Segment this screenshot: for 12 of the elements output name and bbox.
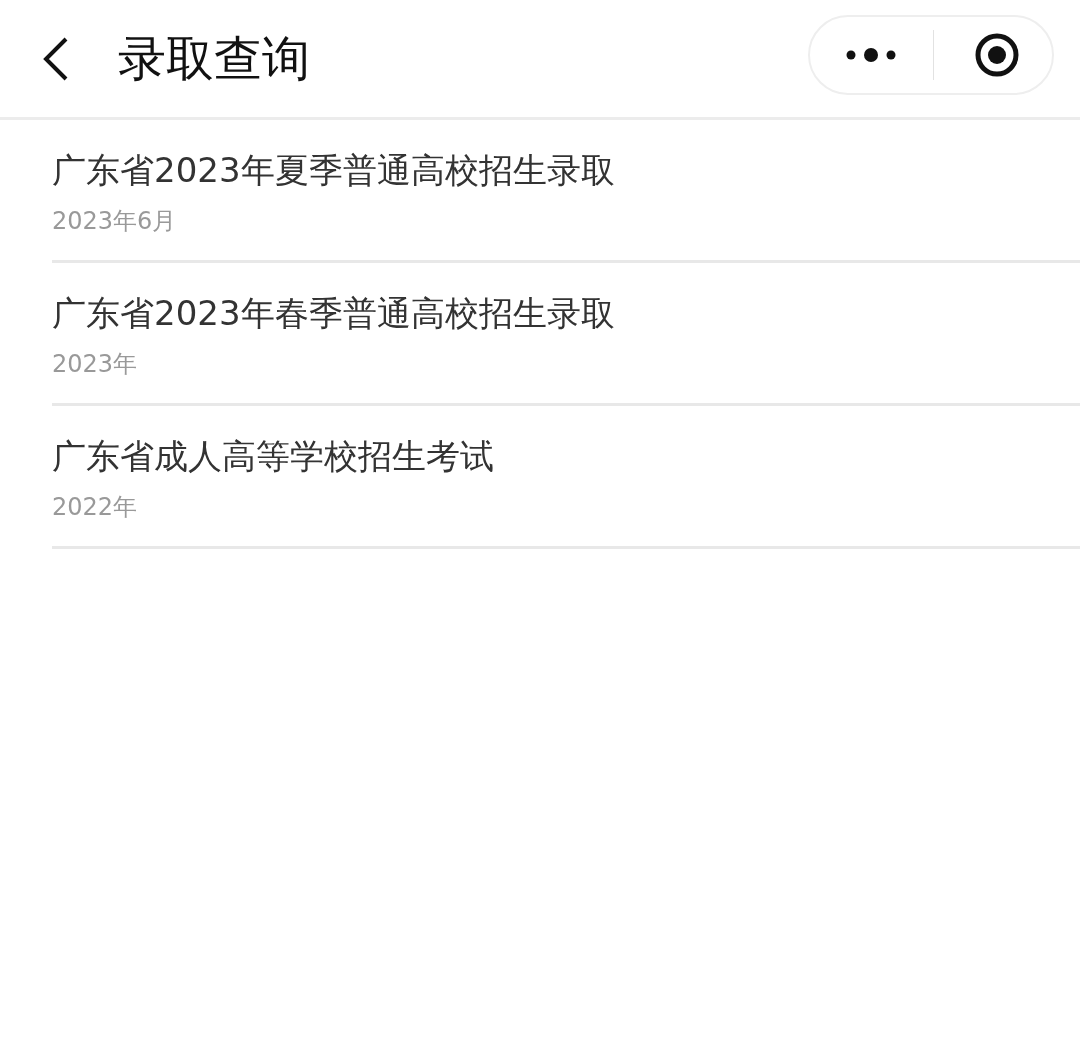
list-item[interactable]: 广东省2023年春季普通高校招生录取 2023年 bbox=[52, 263, 1080, 406]
item-date: 2023年6月 bbox=[52, 206, 178, 236]
item-title: 广东省2023年春季普通高校招生录取 bbox=[52, 292, 616, 335]
page-title: 录取查询 bbox=[118, 28, 310, 88]
item-date: 2022年 bbox=[52, 492, 139, 522]
item-date: 2023年 bbox=[52, 349, 139, 379]
back-icon[interactable] bbox=[42, 36, 70, 81]
more-icon[interactable] bbox=[846, 47, 896, 63]
item-title: 广东省成人高等学校招生考试 bbox=[52, 435, 495, 478]
list-item[interactable]: 广东省2023年夏季普通高校招生录取 2023年6月 bbox=[52, 120, 1080, 263]
item-title: 广东省2023年夏季普通高校招生录取 bbox=[52, 149, 616, 192]
list-item[interactable]: 广东省成人高等学校招生考试 2022年 bbox=[52, 406, 1080, 549]
